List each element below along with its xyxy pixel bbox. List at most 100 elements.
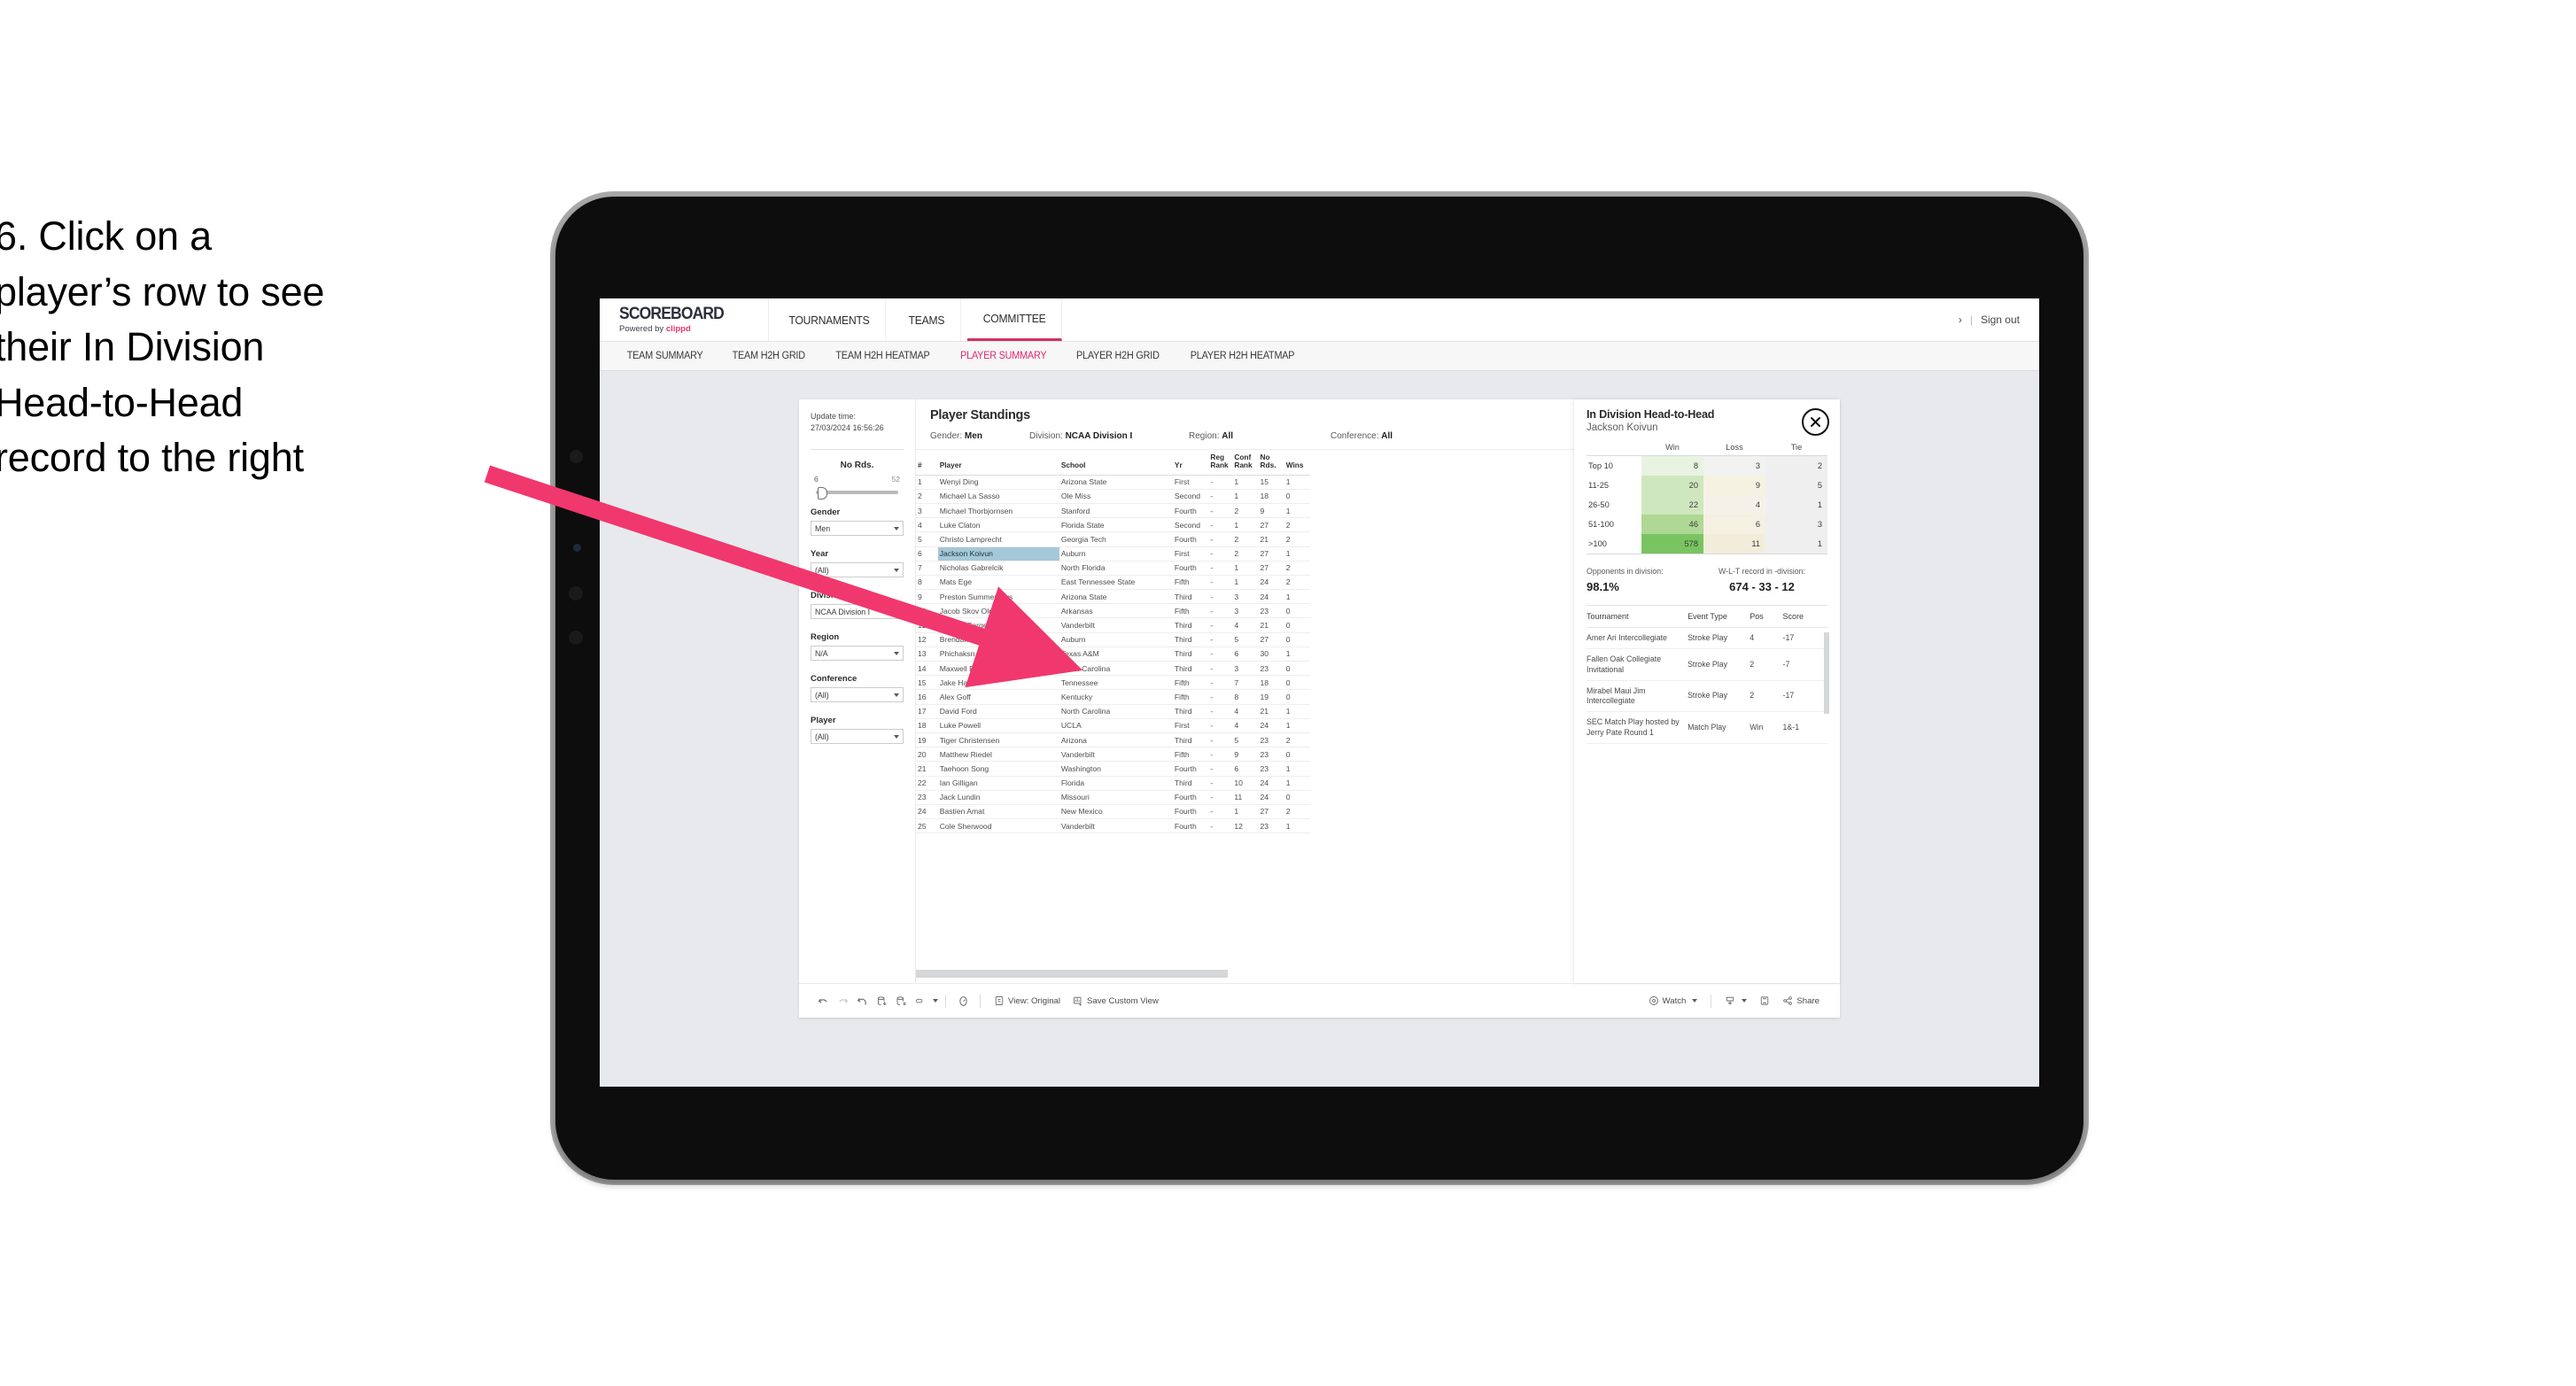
topnav-teams[interactable]: TEAMS — [893, 298, 961, 341]
table-row[interactable]: 2 Michael La Sasso Ole Miss Second -1 18 0 — [916, 489, 1310, 504]
topnav-committee[interactable]: COMMITTEE — [966, 298, 1062, 341]
viz-container: Update time: 27/03/2024 16:56:26 No Rds.… — [600, 371, 2039, 1018]
reg-rank-cell: - — [1208, 718, 1233, 733]
filter-player-select[interactable]: (All) — [811, 729, 904, 745]
table-row[interactable]: 25 Cole Sherwood Vanderbilt Fourth -12 23 1 — [916, 818, 1310, 834]
pause-updates-icon[interactable] — [891, 995, 911, 1007]
col-reg-rank[interactable]: Reg Rank — [1208, 450, 1233, 476]
refresh-data-icon[interactable] — [872, 995, 891, 1007]
table-row[interactable]: 24 Bastien Amat New Mexico Fourth -1 27 2 — [916, 804, 1310, 820]
h2h-col-loss: Loss — [1703, 442, 1765, 456]
h2h-matrix-row: Top 10 8 3 2 — [1587, 455, 1827, 476]
download-button[interactable] — [1719, 995, 1753, 1006]
filter-year-select[interactable]: (All) — [811, 562, 904, 578]
watch-button[interactable]: Watch — [1642, 995, 1704, 1006]
table-row[interactable]: 23 Jack Lundin Missouri Fourth -11 24 0 — [916, 790, 1310, 805]
scrollbar-thumb[interactable] — [916, 970, 1228, 978]
subnav-player-h2h-heatmap[interactable]: PLAYER H2H HEATMAP — [1178, 351, 1306, 361]
table-row[interactable]: 7 Nicholas Gabrelcik North Florida Fourth -1… — [916, 561, 1310, 576]
col-rank[interactable]: # — [916, 450, 938, 476]
tournaments-scrollbar[interactable] — [1824, 632, 1829, 714]
filter-gender-select[interactable]: Men — [811, 521, 904, 537]
highlight-icon[interactable] — [911, 995, 930, 1007]
user-chevron-icon[interactable]: › — [1959, 314, 1962, 326]
col-no-rounds[interactable]: No Rds. — [1258, 450, 1284, 476]
player-cell: Wenyi Ding — [937, 475, 1059, 490]
table-row[interactable]: 14 Maxwell Ford North Carolina Third -3 23 0 — [916, 661, 1310, 677]
table-row[interactable]: 22 Ian Gilligan Florida Third -10 24 1 — [916, 776, 1310, 791]
col-wins[interactable]: Wins — [1284, 450, 1310, 476]
wins-cell: 2 — [1284, 575, 1310, 591]
table-row[interactable]: 15 Jake Hall Tennessee Fifth -7 18 0 — [916, 675, 1310, 691]
table-row[interactable]: 3 Michael Thorbjornsen Stanford Fourth -2 9 1 — [916, 503, 1310, 519]
table-row[interactable]: 17 David Ford North Carolina Third -4 21 1 — [916, 704, 1310, 719]
table-row[interactable]: 8 Mats Ege East Tennessee State Fifth -1 24 2 — [916, 575, 1310, 591]
subnav-player-h2h-grid[interactable]: PLAYER H2H GRID — [1065, 351, 1171, 361]
table-row[interactable]: 16 Alex Goff Kentucky Fifth -8 19 0 — [916, 689, 1310, 705]
subnav-team-summary[interactable]: TEAM SUMMARY — [616, 351, 715, 361]
table-row[interactable]: 9 Preston Summerhays Arizona State Third -3 2… — [916, 589, 1310, 605]
sign-out-link[interactable]: Sign out — [1981, 314, 2020, 326]
h2h-matrix-head: Win Loss Tie — [1587, 442, 1827, 456]
h2h-tie-cell: 1 — [1765, 534, 1827, 554]
reg-rank-cell: - — [1208, 761, 1233, 777]
view-original-button[interactable]: View: Original — [988, 995, 1067, 1006]
table-row[interactable]: 18 Luke Powell UCLA First -4 24 1 — [916, 718, 1310, 733]
h2h-row-label: 51-100 — [1588, 520, 1614, 529]
front-camera-icon — [573, 544, 581, 552]
filter-conference-select[interactable]: (All) — [811, 687, 904, 703]
tournament-row[interactable]: Amer Ari Intercollegiate Stroke Play 4 -17 — [1587, 627, 1827, 650]
col-year[interactable]: Yr — [1172, 450, 1209, 476]
col-school[interactable]: School — [1059, 450, 1173, 476]
watch-dropdown-icon[interactable] — [1692, 999, 1698, 1003]
table-row[interactable]: 12 Brendan Valdes Auburn Third -5 27 0 — [916, 632, 1310, 647]
filter-gender: Gender Men — [811, 507, 904, 537]
topnav-tournaments[interactable]: TOURNAMENTS — [773, 298, 887, 341]
col-player[interactable]: Player — [937, 450, 1059, 476]
download-dropdown-icon[interactable] — [1742, 999, 1748, 1003]
tournament-row[interactable]: Mirabel Maui Jim Intercollegiate Stroke P… — [1587, 680, 1827, 713]
view-original-label: View: Original — [1008, 995, 1061, 1006]
redo-icon[interactable] — [833, 995, 852, 1007]
subnav-team-h2h-heatmap[interactable]: TEAM H2H HEATMAP — [824, 351, 941, 361]
wins-cell: 0 — [1284, 675, 1310, 691]
pause-auto-updates-icon[interactable] — [953, 995, 973, 1007]
subnav-team-h2h-grid[interactable]: TEAM H2H GRID — [721, 351, 818, 361]
table-row[interactable]: 5 Christo Lamprecht Georgia Tech Fourth -2 21… — [916, 531, 1310, 547]
revert-icon[interactable] — [852, 995, 872, 1007]
table-row[interactable]: 1 Wenyi Ding Arizona State First -1 15 1 — [916, 475, 1310, 490]
no-rounds-slider[interactable] — [816, 487, 898, 500]
table-row[interactable]: 21 Taehoon Song Washington Fourth -6 23 1 — [916, 761, 1310, 777]
standings-horizontal-scrollbar[interactable] — [916, 970, 1310, 978]
standings-table-body: 1 Wenyi Ding Arizona State First -1 15 1 2 Micha… — [916, 475, 1310, 834]
undo-icon[interactable] — [813, 995, 833, 1007]
table-row[interactable]: 11 Gordon Sargent Vanderbilt Third -4 21 0 — [916, 617, 1310, 633]
rank-cell: 17 — [916, 704, 938, 719]
filter-region-select[interactable]: N/A — [811, 646, 904, 662]
summary-gender: Gender: Men — [930, 431, 1029, 441]
h2h-matrix-row: >100 578 11 1 — [1587, 534, 1827, 554]
table-row[interactable]: 4 Luke Claton Florida State Second -1 27 2 — [916, 517, 1310, 533]
tournament-row[interactable]: Fallen Oak Collegiate Invitational Stroke… — [1587, 648, 1827, 681]
col-conf-rank[interactable]: Conf Rank — [1232, 450, 1259, 476]
fullscreen-button[interactable] — [1753, 995, 1776, 1006]
table-row[interactable]: 10 Jacob Skov Olesen Arkansas Fifth -3 23 0 — [916, 603, 1310, 619]
subnav-player-summary[interactable]: PLAYER SUMMARY — [949, 351, 1059, 361]
share-button[interactable]: Share — [1776, 995, 1826, 1006]
conf-rank-cell: 1 — [1232, 489, 1259, 504]
table-row[interactable]: 13 Phichaksn Maichon Texas A&M Third -6 30 1 — [916, 647, 1310, 662]
filter-division-select[interactable]: NCAA Division I — [811, 604, 904, 620]
table-row[interactable]: 19 Tiger Christensen Arizona Third -5 23 2 — [916, 732, 1310, 748]
rank-cell: 11 — [916, 617, 938, 633]
slider-thumb[interactable] — [818, 487, 827, 500]
highlight-dropdown-icon[interactable] — [933, 999, 938, 1003]
h2h-col-win: Win — [1641, 442, 1703, 456]
rank-cell: 24 — [916, 804, 938, 820]
tournament-row[interactable]: SEC Match Play hosted by Jerry Pate Roun… — [1587, 711, 1827, 744]
close-circle-icon[interactable] — [1802, 408, 1829, 436]
table-row[interactable]: 6 Jackson Koivun Auburn First -2 27 1 — [916, 546, 1310, 561]
player-cell: Brendan Valdes — [937, 632, 1059, 647]
rank-cell: 14 — [916, 661, 938, 677]
table-row[interactable]: 20 Matthew Riedel Vanderbilt Fifth -9 23 0 — [916, 747, 1310, 763]
save-custom-view-button[interactable]: Save Custom View — [1067, 995, 1165, 1006]
